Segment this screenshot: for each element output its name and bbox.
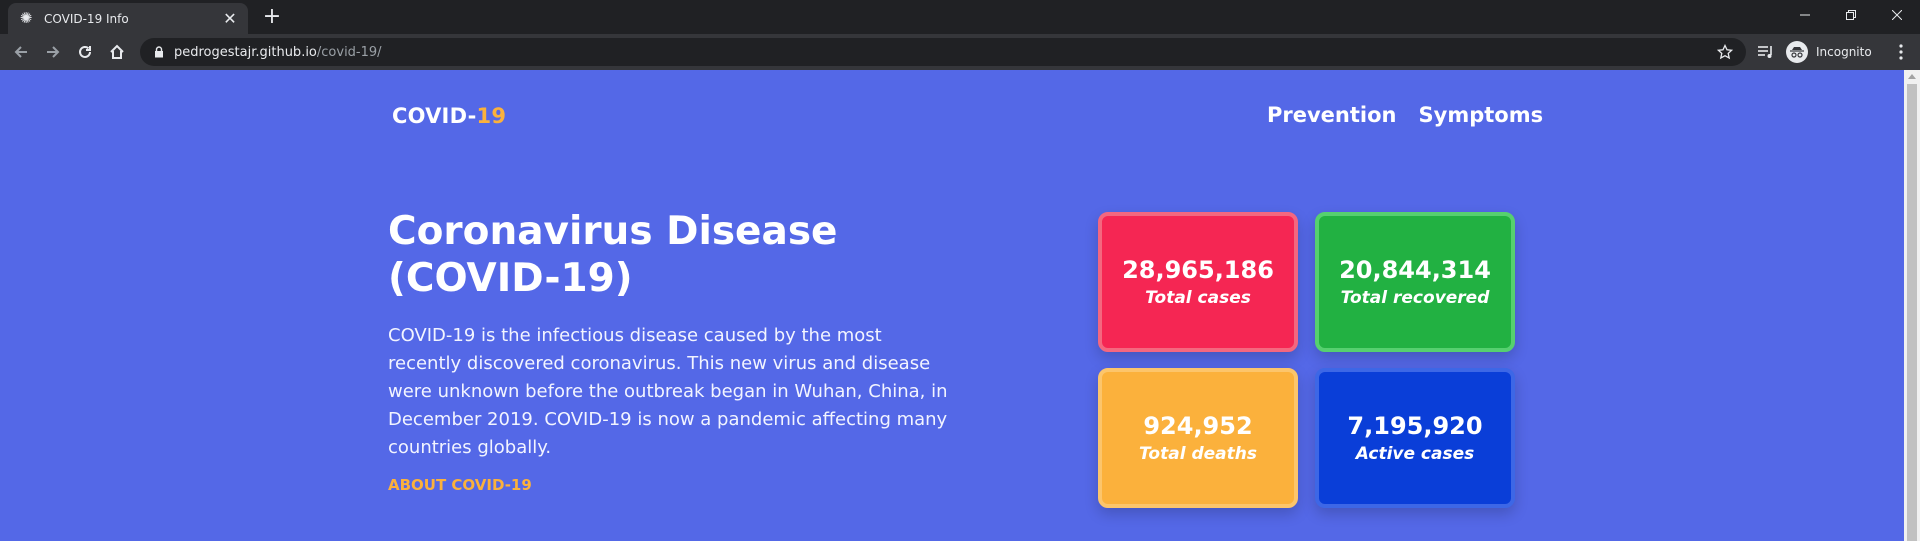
main-nav: Prevention Symptoms bbox=[1267, 103, 1543, 127]
stat-card-total-deaths: 924,952 Total deaths bbox=[1098, 368, 1298, 508]
scroll-up-arrow-icon[interactable] bbox=[1908, 74, 1916, 79]
nav-link-symptoms[interactable]: Symptoms bbox=[1419, 103, 1544, 127]
site-logo[interactable]: COVID-19 bbox=[392, 104, 506, 128]
restore-icon bbox=[1846, 10, 1856, 20]
home-button[interactable] bbox=[104, 39, 130, 65]
url-host: pedrogestajr.github.io bbox=[174, 44, 317, 60]
virus-icon: ✺ bbox=[19, 9, 33, 27]
reload-button[interactable] bbox=[72, 39, 98, 65]
minimize-icon bbox=[1800, 14, 1810, 16]
profile-button[interactable]: Incognito bbox=[1786, 39, 1878, 65]
forward-button[interactable] bbox=[40, 39, 66, 65]
back-button[interactable] bbox=[8, 39, 34, 65]
nav-link-prevention[interactable]: Prevention bbox=[1267, 103, 1397, 127]
stat-value: 28,965,186 bbox=[1122, 256, 1274, 284]
address-bar[interactable]: pedrogestajr.github.io/covid-19/ bbox=[140, 38, 1746, 66]
forward-arrow-icon bbox=[47, 46, 60, 58]
scrollbar-thumb[interactable] bbox=[1907, 84, 1917, 541]
tab-title: COVID-19 Info bbox=[44, 11, 129, 26]
logo-text: COVID- bbox=[392, 104, 477, 128]
stat-value: 20,844,314 bbox=[1339, 256, 1491, 284]
stat-card-total-recovered: 20,844,314 Total recovered bbox=[1315, 212, 1515, 352]
minimize-button[interactable] bbox=[1782, 0, 1828, 30]
browser-toolbar: pedrogestajr.github.io/covid-19/ Incogni… bbox=[0, 34, 1920, 70]
page-scrollbar[interactable] bbox=[1904, 70, 1920, 541]
back-arrow-icon bbox=[14, 46, 27, 58]
tab-close-icon[interactable]: ✕ bbox=[222, 9, 238, 28]
stat-value: 924,952 bbox=[1143, 412, 1253, 440]
stat-label: Total cases bbox=[1145, 288, 1251, 308]
stat-value: 7,195,920 bbox=[1347, 412, 1483, 440]
close-window-button[interactable] bbox=[1874, 0, 1920, 30]
stat-card-active-cases: 7,195,920 Active cases bbox=[1315, 368, 1515, 508]
hero-description: COVID-19 is the infectious disease cause… bbox=[388, 325, 948, 458]
stat-label: Total deaths bbox=[1139, 444, 1257, 464]
stat-card-total-cases: 28,965,186 Total cases bbox=[1098, 212, 1298, 352]
url-path: /covid-19/ bbox=[316, 44, 382, 60]
media-queue-icon[interactable] bbox=[1756, 41, 1778, 63]
kebab-menu-icon[interactable] bbox=[1890, 40, 1912, 64]
close-icon bbox=[1892, 10, 1902, 20]
profile-label: Incognito bbox=[1816, 45, 1872, 59]
stat-label: Total recovered bbox=[1340, 288, 1490, 308]
new-tab-button[interactable]: + bbox=[260, 6, 284, 30]
star-icon[interactable] bbox=[1716, 43, 1734, 61]
stat-label: Active cases bbox=[1355, 444, 1475, 464]
home-icon bbox=[110, 44, 124, 59]
lock-icon bbox=[152, 45, 166, 59]
restore-button[interactable] bbox=[1828, 0, 1874, 30]
browser-tab-bar: ✺ COVID-19 Info ✕ + bbox=[0, 0, 1920, 34]
hero-title: Coronavirus Disease (COVID-19) bbox=[388, 209, 838, 301]
window-controls bbox=[1782, 0, 1920, 30]
page-content: COVID-19 Prevention Symptoms Coronavirus… bbox=[0, 70, 1904, 541]
logo-accent: 19 bbox=[476, 104, 507, 128]
incognito-icon bbox=[1786, 41, 1808, 63]
reload-icon bbox=[79, 45, 91, 58]
url-text: pedrogestajr.github.io/covid-19/ bbox=[174, 45, 382, 60]
about-covid-link[interactable]: ABOUT COVID-19 bbox=[388, 476, 532, 494]
browser-tab[interactable]: ✺ COVID-19 Info ✕ bbox=[8, 3, 248, 34]
